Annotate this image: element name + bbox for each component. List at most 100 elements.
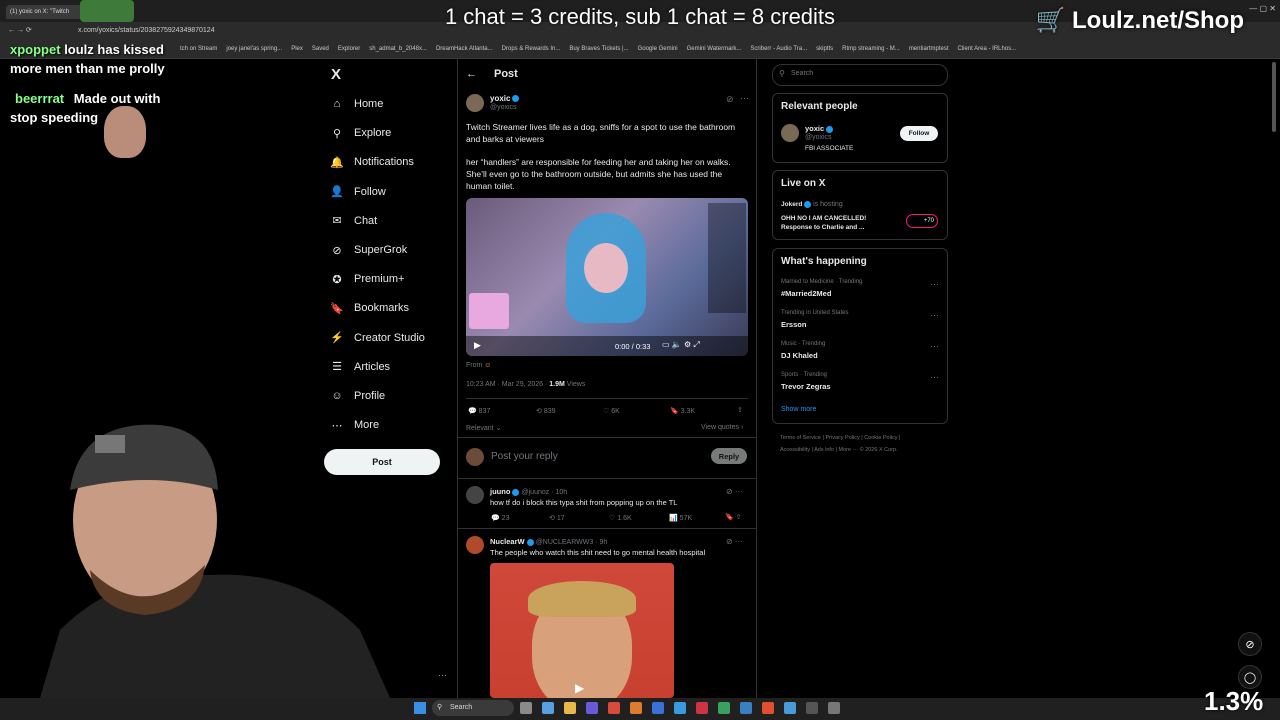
taskbar-app-icon[interactable] (608, 702, 620, 714)
view-quotes-link[interactable]: View quotes › (701, 424, 743, 431)
grok-icon[interactable]: ⊘ ··· (726, 487, 743, 496)
nav-item-explore[interactable]: ⚲ Explore (330, 126, 391, 140)
play-icon[interactable]: ▶ (575, 681, 584, 695)
video-control-icons[interactable]: ▭ 🔈 ⚙ ⤢ (662, 340, 700, 350)
nav-item-more[interactable]: ⋯ More (330, 418, 380, 432)
reply-author[interactable]: juuno @juunoz · 10h (490, 487, 567, 496)
taskbar-app-icon[interactable] (762, 702, 774, 714)
nav-item-bookmarks[interactable]: 🔖 Bookmarks (330, 301, 409, 315)
nav-item-supergrok[interactable]: ⊘ SuperGrok (330, 243, 407, 257)
video-player[interactable]: ▶ 0:00 / 0:33 ▭ 🔈 ⚙ ⤢ (466, 198, 748, 356)
bookmark-item[interactable]: Google Gemini (638, 46, 678, 52)
taskbar-app-icon[interactable] (718, 702, 730, 714)
taskbar-search[interactable]: ⚲ Search (432, 700, 514, 716)
bookmark-item[interactable]: Gemini Watermark... (687, 46, 742, 52)
taskbar-app-icon[interactable] (740, 702, 752, 714)
grok-icon[interactable]: ⊘ ··· (726, 537, 743, 546)
nav-item-premium[interactable]: ✪ Premium+ (330, 272, 404, 286)
trend-name[interactable]: DJ Khaled (781, 351, 818, 360)
bookmark-item[interactable]: DreamHack Atlanta... (436, 46, 493, 52)
author-name[interactable]: yoxic (490, 94, 520, 103)
nav-item-follow[interactable]: 👤 Follow (330, 185, 386, 199)
footer-link[interactable]: Accessibility (780, 447, 810, 453)
trend-name[interactable]: Ersson (781, 320, 806, 329)
nav-item-home[interactable]: ⌂ Home (330, 97, 384, 111)
avatar[interactable] (781, 124, 799, 142)
grok-icon[interactable]: ⊘ (1238, 632, 1262, 656)
reply-button[interactable]: Reply (711, 448, 747, 464)
taskbar-app-icon[interactable] (564, 702, 576, 714)
avatar[interactable] (466, 486, 484, 504)
bookmark-item[interactable]: joey janel'as spring... (226, 46, 282, 52)
nav-item-creator-studio[interactable]: ⚡ Creator Studio (330, 331, 425, 345)
footer-link[interactable]: Privacy Policy (825, 435, 859, 441)
bookmark-share-icons[interactable]: 🔖 ⇪ (725, 513, 742, 521)
share-icon[interactable]: ⇪ (737, 406, 743, 414)
nav-item-articles[interactable]: ☰ Articles (330, 360, 390, 374)
reply-input[interactable]: Post your reply (491, 451, 558, 462)
bookmark-item[interactable]: sh_admat_b_2048x... (369, 46, 427, 52)
author-handle[interactable]: @yoxics (490, 104, 517, 111)
account-more-icon[interactable]: ··· (438, 670, 447, 680)
taskbar-app-icon[interactable] (542, 702, 554, 714)
bookmark-item[interactable]: Saved (312, 46, 329, 52)
bookmark-item[interactable]: Scriberr - Audio Tra... (750, 46, 807, 52)
taskbar-app-icon[interactable] (828, 702, 840, 714)
scrollbar[interactable] (1272, 62, 1276, 132)
taskbar-app-icon[interactable] (586, 702, 598, 714)
bookmark-item[interactable]: Buy Braves Tickets |... (569, 46, 628, 52)
bookmark-item[interactable]: tch on Stream (180, 46, 217, 52)
search-box[interactable]: ⚲ Search (772, 64, 948, 86)
reply-count[interactable]: 💬 23 (491, 514, 509, 522)
taskbar-app-icon[interactable] (520, 702, 532, 714)
taskbar-app-icon[interactable] (806, 702, 818, 714)
play-icon[interactable]: ▶ (474, 340, 481, 351)
grok-icon[interactable]: ⊘ (726, 94, 734, 105)
x-logo[interactable]: X (331, 66, 341, 83)
footer-link[interactable]: Terms of Service (780, 435, 821, 441)
person-name[interactable]: yoxic (805, 124, 834, 133)
like-count[interactable]: ♡ 1.6K (609, 514, 632, 522)
like-count[interactable]: ♡ 6K (603, 407, 620, 415)
search-input[interactable]: Search (791, 70, 813, 77)
bookmark-item[interactable]: Rtmp streaming - M... (842, 46, 900, 52)
reply-image[interactable]: ▶ (490, 563, 674, 698)
more-options-icon[interactable]: ··· (930, 279, 939, 289)
person-handle[interactable]: @yoxics (805, 134, 832, 141)
view-count[interactable]: 📊 57K (669, 514, 692, 522)
live-card[interactable]: Live on X Jokerd is hosting OHH NO I AM … (772, 170, 948, 240)
bookmark-item[interactable]: mentiartmptest (909, 46, 949, 52)
reply-author[interactable]: NuclearW @NUCLEARWW3 · 9h (490, 537, 607, 546)
nav-item-profile[interactable]: ☺ Profile (330, 389, 385, 403)
taskbar-app-icon[interactable] (784, 702, 796, 714)
bookmark-item[interactable]: Client Area - IRLhos... (958, 46, 1017, 52)
avatar[interactable] (466, 536, 484, 554)
bookmark-item[interactable]: Explorer (338, 46, 360, 52)
windows-start-icon[interactable] (414, 702, 426, 714)
back-arrow-icon[interactable]: ← (466, 68, 477, 80)
sort-relevant[interactable]: Relevant ⌄ (466, 424, 501, 432)
more-options-icon[interactable]: ··· (930, 372, 939, 382)
follow-button[interactable]: Follow (900, 126, 938, 141)
taskbar-app-icon[interactable] (674, 702, 686, 714)
taskbar-app-icon[interactable] (630, 702, 642, 714)
avatar[interactable] (466, 94, 484, 112)
bookmark-item[interactable]: Drops & Rewards In... (502, 46, 561, 52)
trend-name[interactable]: Trevor Zegras (781, 382, 831, 391)
more-options-icon[interactable]: ··· (930, 341, 939, 351)
show-more-link[interactable]: Show more (781, 406, 816, 413)
bookmark-item[interactable]: skiptts (816, 46, 833, 52)
taskbar-app-icon[interactable] (652, 702, 664, 714)
reply-count[interactable]: 💬 837 (468, 407, 490, 415)
bookmark-count[interactable]: 🔖 3.3K (670, 407, 695, 415)
footer-link[interactable]: Cookie Policy (864, 435, 897, 441)
repost-count[interactable]: ⟲ 17 (549, 514, 565, 522)
trend-name[interactable]: #Married2Med (781, 289, 831, 298)
nav-item-chat[interactable]: ✉ Chat (330, 214, 377, 228)
taskbar-app-icon[interactable] (696, 702, 708, 714)
more-options-icon[interactable]: ··· (740, 93, 749, 103)
post-button[interactable]: Post (324, 449, 440, 475)
nav-item-notifications[interactable]: 🔔 Notifications (330, 155, 414, 169)
footer-link[interactable]: Ads info (814, 447, 834, 453)
bookmark-item[interactable]: Plex (291, 46, 303, 52)
